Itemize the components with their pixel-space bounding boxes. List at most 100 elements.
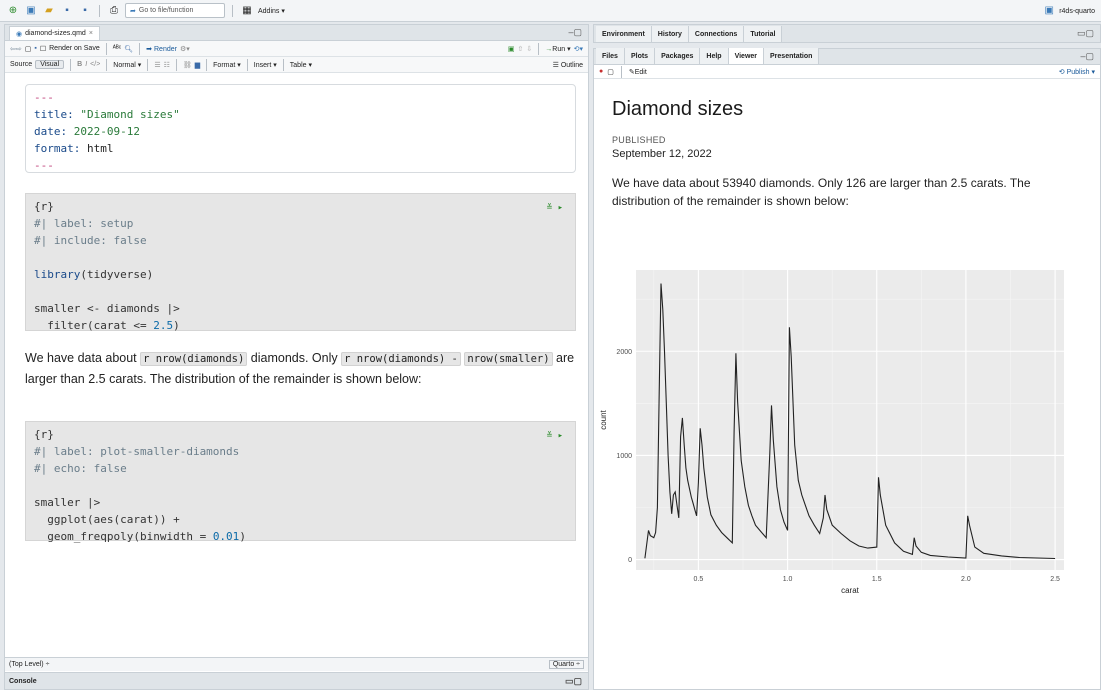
grid-layout-icon[interactable]: ▦ [240,4,254,18]
bold-icon[interactable]: B [77,61,82,68]
file-type-selector[interactable]: Quarto ÷ [548,660,584,669]
code-line: smaller |> [34,496,101,509]
publish-button[interactable]: ⟲ Publish ▾ [1059,68,1095,76]
yaml-delimiter: --- [34,91,54,104]
stop-icon[interactable]: ● [599,68,603,75]
render-arrow-icon: ➡ [146,45,153,53]
code-icon[interactable]: </> [90,61,100,68]
goto-placeholder: Go to file/function [138,7,194,14]
run-button[interactable]: →Run ▾ [545,45,570,53]
image-icon[interactable]: ▆ [195,61,200,69]
tab-environment[interactable]: Environment [596,26,652,42]
run-label: Run [552,45,566,53]
visual-mode-button[interactable]: Visual [35,60,65,69]
outline-button[interactable]: ☰ Outline [553,61,583,69]
table-menu[interactable]: Table ▾ [290,61,312,69]
tab-tutorial[interactable]: Tutorial [744,26,783,42]
yaml-header-block[interactable]: --- title: "Diamond sizes" date: 2022-09… [25,84,576,173]
console-pane-header[interactable]: Console ▭▢ [5,672,588,689]
tab-viewer[interactable]: Viewer [728,48,765,64]
visual-editor[interactable]: --- title: "Diamond sizes" date: 2022-09… [5,73,588,657]
addins-menu[interactable]: Addins ▾ [258,7,285,15]
run-previous-chunks-icon[interactable]: ≚ [547,431,552,441]
goto-file-input[interactable]: ➦ Go to file/function [125,3,225,18]
pane-minmax-icon[interactable]: –▢ [1080,51,1094,62]
pane-minmax-icon[interactable]: ▭▢ [565,676,582,687]
settings-gear-icon[interactable]: ⚙▾ [180,45,190,53]
number-literal: 0.01 [212,530,240,543]
pane-minmax-icon[interactable]: ▭▢ [1077,28,1094,39]
code-line: smaller <- diamonds |> [34,302,180,315]
format-menu[interactable]: Format ▾ [213,61,241,69]
render-on-save-checkbox[interactable]: ☐ [40,45,46,53]
save-icon[interactable]: ▪ [60,4,74,18]
source-mode-button[interactable]: Source [10,61,32,68]
x-tick-label: 2.5 [1050,576,1060,583]
project-menu[interactable]: ▣ r4ds-quarto [1042,4,1095,18]
insert-menu[interactable]: Insert ▾ [254,61,277,69]
x-tick-label: 0.5 [694,576,704,583]
run-chunk-icon[interactable]: ▸ [558,431,563,441]
new-file-icon[interactable]: ⊕ [6,4,20,18]
print-icon[interactable]: ⎙ [107,4,121,18]
chunk-controls[interactable]: ≚ ▸ [547,200,563,217]
publish-icon[interactable]: ⟲▾ [574,45,583,53]
plot-panel [636,270,1064,570]
inline-code: nrow(smaller) [464,352,553,366]
save-file-icon[interactable]: ▪ [34,45,36,52]
pane-minmax-icon[interactable]: –▢ [568,27,582,38]
chunk-option: #| echo: false [34,462,127,475]
italic-icon[interactable]: I [85,61,87,68]
save-all-icon[interactable]: ▪ [78,4,92,18]
chunk-controls[interactable]: ≚ ▸ [547,428,563,445]
divider [99,4,100,17]
prose-paragraph[interactable]: We have data about r nrow(diamonds) diam… [25,348,576,389]
file-tab[interactable]: ◉ diamond-sizes.qmd × [9,26,100,40]
spellcheck-icon[interactable]: ᴬᴮᶜ [113,45,122,52]
tab-presentation[interactable]: Presentation [764,48,820,64]
go-down-icon[interactable]: ⇩ [526,45,532,53]
divider [246,58,248,71]
tab-help[interactable]: Help [700,48,729,64]
bullet-list-icon[interactable]: ☰ [154,61,160,69]
tab-history[interactable]: History [651,26,689,42]
tab-connections[interactable]: Connections [688,26,745,42]
show-in-window-icon[interactable]: ▢ [607,68,614,76]
published-label: PUBLISHED [612,135,666,145]
x-tick-label: 1.0 [783,576,793,583]
scope-selector[interactable]: (Top Level) ÷ [9,661,49,668]
go-up-icon[interactable]: ⇧ [518,45,524,53]
tab-packages[interactable]: Packages [655,48,701,64]
environment-pane-tabs: Environment History Connections Tutorial… [593,24,1101,43]
run-chunk-icon[interactable]: ▸ [558,203,563,213]
open-file-icon[interactable]: ▰ [42,4,56,18]
code-chunk-plot[interactable]: ≚ ▸ {r} #| label: plot-smaller-diamonds … [25,421,576,543]
tab-files[interactable]: Files [596,48,625,64]
render-on-save-label: Render on Save [49,45,100,52]
link-icon[interactable]: ⛓ [183,61,192,69]
divider [232,4,233,17]
function-args: (tidyverse) [80,268,154,281]
qmd-file-icon: ◉ [16,30,23,38]
yaml-value: html [86,142,114,155]
new-project-icon[interactable]: ▣ [24,4,38,18]
back-icon[interactable]: ⇦⇨ [10,45,22,53]
block-format-select[interactable]: Normal ▾ [113,61,141,69]
show-in-window-icon[interactable]: ▢ [25,45,32,53]
edit-button[interactable]: ✎Edit [629,68,647,76]
tab-plots[interactable]: Plots [624,48,656,64]
find-icon[interactable]: 🔍︎ [124,45,133,53]
yaml-delimiter: --- [34,159,54,172]
prose-text: diamonds. Only [247,351,342,365]
run-previous-chunks-icon[interactable]: ≚ [547,203,552,213]
code-text: ) [173,319,180,332]
render-button[interactable]: ➡ Render [146,45,177,53]
viewer-pane: Files Plots Packages Help Viewer Present… [593,48,1101,690]
rendered-document: Diamond sizes PUBLISHED September 12, 20… [594,80,1100,689]
block-format-label: Normal [113,61,136,69]
insert-chunk-icon[interactable]: ▣ [508,45,515,53]
code-chunk-setup[interactable]: ≚ ▸ {r} #| label: setup #| include: fals… [25,193,576,332]
numbered-list-icon[interactable]: ☷ [164,61,170,69]
close-tab-icon[interactable]: × [89,30,93,37]
